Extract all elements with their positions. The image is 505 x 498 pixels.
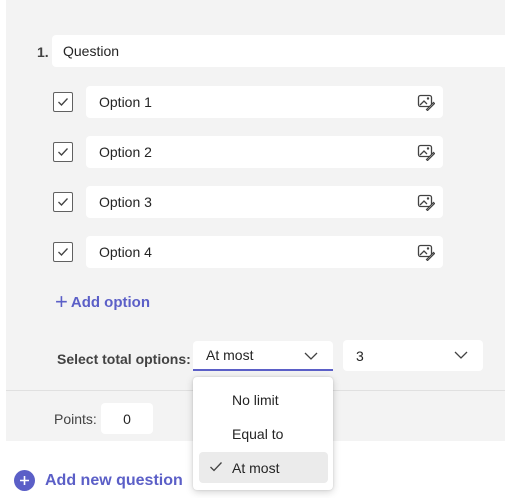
count-value: 3 xyxy=(356,347,364,364)
add-option-label: Add option xyxy=(70,293,150,311)
checkmark-icon xyxy=(58,98,68,106)
dropdown-item-label: Equal to xyxy=(232,425,284,442)
total-options-label: Select total options: xyxy=(57,351,191,367)
image-edit-icon[interactable] xyxy=(417,193,435,211)
image-edit-icon[interactable] xyxy=(417,243,435,261)
mode-value: At most xyxy=(206,347,254,363)
plus-icon: + xyxy=(55,289,68,314)
dropdown-item-no-limit[interactable]: No limit xyxy=(199,384,328,415)
option-input[interactable]: Option 3 xyxy=(86,186,443,218)
option-checkbox[interactable] xyxy=(53,242,73,262)
total-options-mode-dropdown[interactable]: At most xyxy=(193,341,333,371)
option-label: Option 4 xyxy=(99,244,152,260)
add-new-question-button[interactable]: Add new question xyxy=(14,470,183,491)
option-checkbox[interactable] xyxy=(53,92,73,112)
option-checkbox[interactable] xyxy=(53,142,73,162)
total-options-count-dropdown[interactable]: 3 xyxy=(343,340,483,371)
checkmark-icon xyxy=(210,462,222,472)
question-title-input[interactable]: Question xyxy=(52,35,505,67)
option-input[interactable]: Option 1 xyxy=(86,86,443,118)
add-new-question-label: Add new question xyxy=(45,471,183,489)
image-edit-icon[interactable] xyxy=(417,143,435,161)
dropdown-item-equal-to[interactable]: Equal to xyxy=(199,418,328,449)
dropdown-item-at-most[interactable]: At most xyxy=(199,452,328,483)
question-number: 1. xyxy=(37,44,49,60)
total-options-dropdown-menu: No limit Equal to At most xyxy=(193,377,333,490)
option-input[interactable]: Option 4 xyxy=(86,236,443,268)
option-label: Option 3 xyxy=(99,194,152,210)
image-edit-icon[interactable] xyxy=(417,93,435,111)
option-checkbox[interactable] xyxy=(53,192,73,212)
checkmark-icon xyxy=(58,248,68,256)
chevron-down-icon xyxy=(454,351,468,359)
checkmark-icon xyxy=(58,148,68,156)
points-input[interactable]: 0 xyxy=(101,403,153,434)
dropdown-item-label: At most xyxy=(232,459,280,476)
option-label: Option 2 xyxy=(99,144,152,160)
points-label: Points: xyxy=(54,411,97,427)
dropdown-item-label: No limit xyxy=(232,391,279,408)
option-label: Option 1 xyxy=(99,94,152,110)
chevron-down-icon xyxy=(304,352,318,360)
checkmark-icon xyxy=(58,198,68,206)
add-option-button[interactable]: + Add option xyxy=(55,289,150,314)
add-circle-icon xyxy=(14,470,35,491)
option-input[interactable]: Option 2 xyxy=(86,136,443,168)
